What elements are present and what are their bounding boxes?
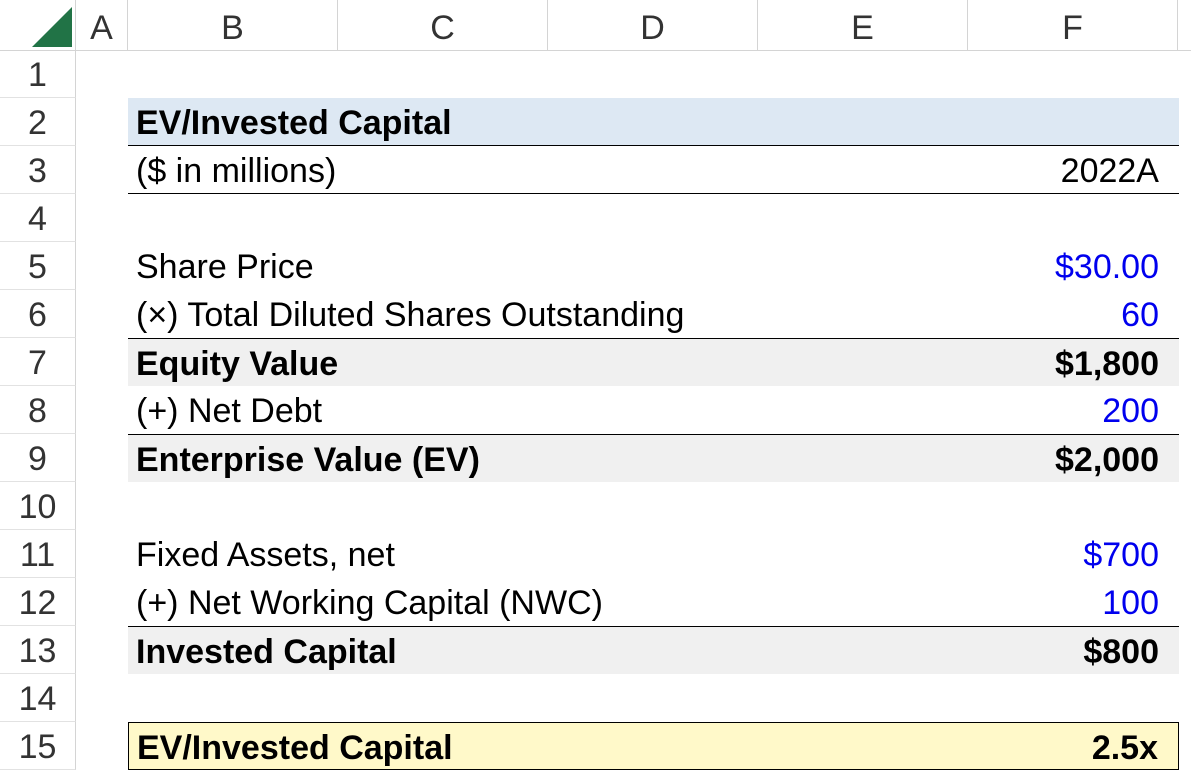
row-header-5[interactable]: 5 [0, 242, 76, 290]
ev-invested-capital-value: 2.5x [1091, 729, 1158, 767]
row-header-15[interactable]: 15 [0, 722, 76, 770]
select-all-corner[interactable] [0, 0, 76, 50]
period-label: 2022A [1060, 152, 1159, 190]
select-all-triangle-icon [32, 7, 72, 47]
column-header-bar: A B C D E F [0, 0, 1191, 51]
net-debt-value: 200 [1102, 392, 1159, 430]
units-label: ($ in millions) [136, 152, 337, 190]
equity-value-value: $1,800 [1055, 345, 1159, 383]
row-header-12[interactable]: 12 [0, 578, 76, 626]
row-header-8[interactable]: 8 [0, 386, 76, 434]
equity-value-label: Equity Value [136, 345, 339, 383]
diluted-shares-row[interactable]: (×) Total Diluted Shares Outstanding 60 [128, 290, 1179, 338]
nwc-label: (+) Net Working Capital (NWC) [136, 584, 603, 622]
ev-invested-capital-result-row[interactable]: EV/Invested Capital 2.5x [128, 722, 1179, 770]
invested-capital-label: Invested Capital [136, 633, 397, 671]
column-header-a[interactable]: A [76, 0, 128, 50]
title-row[interactable]: EV/Invested Capital [128, 98, 1179, 146]
enterprise-value-label: Enterprise Value (EV) [136, 441, 480, 479]
diluted-shares-value: 60 [1121, 296, 1159, 334]
nwc-value: 100 [1102, 584, 1159, 622]
invested-capital-row[interactable]: Invested Capital $800 [128, 626, 1179, 674]
fixed-assets-value: $700 [1083, 536, 1159, 574]
enterprise-value-row[interactable]: Enterprise Value (EV) $2,000 [128, 434, 1179, 482]
enterprise-value-value: $2,000 [1055, 441, 1159, 479]
row-header-1[interactable]: 1 [0, 50, 76, 98]
column-header-e[interactable]: E [758, 0, 968, 50]
units-row[interactable]: ($ in millions) 2022A [128, 146, 1179, 194]
fixed-assets-row[interactable]: Fixed Assets, net $700 [128, 530, 1179, 578]
equity-value-row[interactable]: Equity Value $1,800 [128, 338, 1179, 386]
row-header-4[interactable]: 4 [0, 194, 76, 242]
column-header-b[interactable]: B [128, 0, 338, 50]
row-header-14[interactable]: 14 [0, 674, 76, 722]
net-debt-row[interactable]: (+) Net Debt 200 [128, 386, 1179, 434]
row-header-11[interactable]: 11 [0, 530, 76, 578]
row-header-6[interactable]: 6 [0, 290, 76, 338]
nwc-row[interactable]: (+) Net Working Capital (NWC) 100 [128, 578, 1179, 626]
fixed-assets-label: Fixed Assets, net [136, 536, 395, 574]
share-price-row[interactable]: Share Price $30.00 [128, 242, 1179, 290]
net-debt-label: (+) Net Debt [136, 392, 323, 430]
column-header-f[interactable]: F [968, 0, 1178, 50]
row-header-13[interactable]: 13 [0, 626, 76, 674]
share-price-label: Share Price [136, 248, 314, 286]
table-title: EV/Invested Capital [136, 104, 452, 142]
row-header-7[interactable]: 7 [0, 338, 76, 386]
ev-invested-capital-label: EV/Invested Capital [137, 729, 453, 767]
row-header-3[interactable]: 3 [0, 146, 76, 194]
column-header-c[interactable]: C [338, 0, 548, 50]
column-header-d[interactable]: D [548, 0, 758, 50]
share-price-value: $30.00 [1055, 248, 1159, 286]
invested-capital-value: $800 [1083, 633, 1159, 671]
diluted-shares-label: (×) Total Diluted Shares Outstanding [136, 296, 685, 334]
row-header-2[interactable]: 2 [0, 98, 76, 146]
spreadsheet: A B C D E F 1 2 3 4 5 6 7 8 9 10 11 12 1… [0, 0, 1191, 778]
row-header-9[interactable]: 9 [0, 434, 76, 482]
row-header-10[interactable]: 10 [0, 482, 76, 530]
